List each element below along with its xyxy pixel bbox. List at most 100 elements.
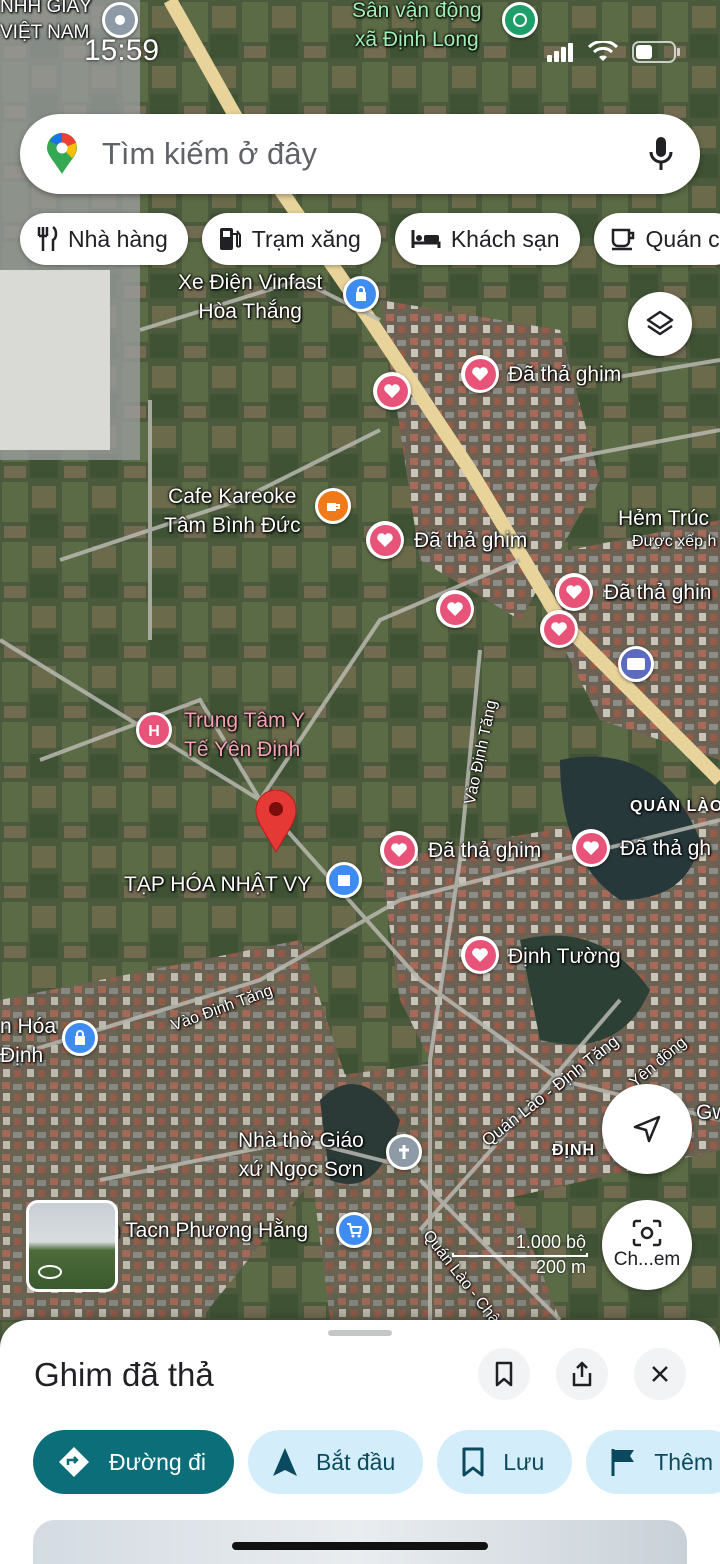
chip-gas-stations[interactable]: Trạm xăng <box>201 213 381 265</box>
map-label-pin1[interactable]: Đã thả ghim <box>508 360 621 389</box>
store-icon <box>338 875 350 886</box>
directions-button[interactable]: Đường đi <box>33 1430 234 1494</box>
saved-pin-heart[interactable] <box>572 829 610 867</box>
label-text: Sân vận động xã Định Long <box>352 0 482 51</box>
search-input[interactable]: Tìm kiếm ở đây <box>102 136 648 172</box>
poi-marker-grey[interactable] <box>102 2 138 38</box>
area-label-dinh: ĐỊNH <box>552 1142 596 1159</box>
cellular-signal-icon <box>547 43 573 62</box>
shopping-bag-icon <box>356 286 366 301</box>
poi-marker-store[interactable] <box>326 862 362 898</box>
map-label-cafe[interactable]: Cafe Kareoke Tâm Bình Đức <box>164 482 301 540</box>
share-icon <box>572 1361 592 1387</box>
map-label-hem-truc[interactable]: Hẻm Trúc <box>618 504 709 533</box>
hospital-icon: H <box>148 723 160 739</box>
restaurant-icon <box>37 226 58 251</box>
place-title: Ghim đã thả <box>34 1356 214 1393</box>
poi-marker-shop-2[interactable] <box>62 1020 98 1056</box>
microphone-icon[interactable] <box>648 136 674 172</box>
map-label-tacn[interactable]: n Tacn Phương Hằng <box>108 1216 308 1245</box>
map-label-hospital[interactable]: Trung Tâm Y Tế Yên Định <box>184 706 305 764</box>
map-label-hoa-dinh[interactable]: n Hóa Định <box>0 1012 56 1070</box>
heart-icon <box>391 843 407 857</box>
map-label-factory[interactable]: NHH GIẦY VIỆT NAM <box>0 0 92 46</box>
church-cross-icon <box>399 1145 409 1159</box>
map-label-pin4[interactable]: Đã thả ghim <box>428 836 541 865</box>
street-view-thumbnail[interactable] <box>26 1200 118 1292</box>
save-button[interactable]: Lưu <box>437 1430 573 1494</box>
svg-text:H: H <box>148 723 160 739</box>
saved-pin-heart[interactable] <box>555 573 593 611</box>
my-location-button[interactable] <box>602 1084 692 1174</box>
poi-marker-atm[interactable] <box>618 646 654 682</box>
layers-button[interactable] <box>628 292 692 356</box>
map-label-store[interactable]: TẠP HÓA NHẬT VY <box>124 870 311 899</box>
directions-label: Đường đi <box>109 1448 206 1475</box>
map-label-dinh-tuong[interactable]: Định Tường <box>508 942 621 971</box>
saved-pin-heart[interactable] <box>436 590 474 628</box>
sheet-drag-handle[interactable] <box>328 1330 392 1336</box>
status-time: 15:59 <box>84 34 160 67</box>
navigation-arrow-icon <box>633 1115 661 1143</box>
saved-pin-heart[interactable] <box>380 831 418 869</box>
map-scale: 1.000 bộ 200 m <box>452 1232 588 1278</box>
scale-metric: 200 m <box>535 1257 586 1277</box>
poi-marker-stadium[interactable] <box>502 2 538 38</box>
heart-icon <box>551 622 567 636</box>
heart-icon <box>583 841 599 855</box>
home-indicator[interactable] <box>232 1542 488 1550</box>
saved-pin-heart[interactable] <box>461 355 499 393</box>
label-text: Cafe Kareoke Tâm Bình Đức <box>164 485 301 537</box>
saved-pin-heart[interactable] <box>540 610 578 648</box>
close-icon <box>652 1366 668 1382</box>
heart-icon <box>472 367 488 381</box>
poi-marker-cafe[interactable] <box>315 488 351 524</box>
heart-icon <box>472 948 488 962</box>
label-text: NHH GIẦY VIỆT NAM <box>0 0 92 43</box>
shopping-bag-icon <box>75 1030 85 1045</box>
poi-marker-shop[interactable] <box>343 276 379 312</box>
start-label: Bắt đầu <box>315 1448 396 1475</box>
stadium-icon <box>513 13 527 27</box>
map-label-stadium[interactable]: Sân vận động xã Định Long <box>352 0 482 54</box>
poi-marker-church[interactable] <box>386 1134 422 1170</box>
start-button[interactable]: Bắt đầu <box>247 1430 424 1494</box>
lens-button[interactable]: Ch...em <box>602 1200 692 1290</box>
close-button[interactable] <box>634 1348 686 1400</box>
share-button[interactable] <box>556 1348 608 1400</box>
map-label-vinfast[interactable]: Xe Điện Vinfast Hòa Thắng <box>178 268 322 326</box>
chip-hotels[interactable]: Khách sạn <box>394 213 580 265</box>
saved-pin-heart[interactable] <box>461 936 499 974</box>
chip-label: Quán c <box>645 225 720 252</box>
layers-icon <box>646 310 674 336</box>
location-dot-icon <box>115 15 125 25</box>
save-label: Lưu <box>503 1448 545 1475</box>
dropped-pin-marker[interactable] <box>254 790 298 854</box>
saved-pin-heart[interactable] <box>366 521 404 559</box>
more-label: Thêm <box>654 1448 714 1475</box>
map-label-pin5[interactable]: Đã thả gh <box>620 834 711 863</box>
chip-label: Trạm xăng <box>251 225 361 252</box>
scale-imperial: 1.000 bộ <box>515 1232 586 1252</box>
heart-icon <box>384 384 400 398</box>
chip-cafes[interactable]: Quán c <box>593 213 720 265</box>
lens-button-label: Ch...em <box>613 1249 681 1270</box>
map-label-church[interactable]: Nhà thờ Giáo xứ Ngọc Sơn <box>238 1126 364 1184</box>
rotate-360-icon <box>38 1265 62 1279</box>
heart-icon <box>447 602 463 616</box>
map-label-pin3[interactable]: Đã thả ghin <box>604 578 711 607</box>
chip-restaurants[interactable]: Nhà hàng <box>20 213 188 265</box>
poi-marker-hospital[interactable]: H <box>136 712 172 748</box>
saved-pin-heart[interactable] <box>373 372 411 410</box>
coffee-cup-icon <box>327 503 340 511</box>
more-button[interactable]: Thêm <box>586 1430 720 1494</box>
place-bottom-sheet[interactable]: Ghim đã thả Đường đi Bắt đầu Lưu Thêm <box>0 1320 720 1564</box>
poi-marker-cart[interactable] <box>336 1212 372 1248</box>
google-maps-logo-icon <box>47 133 77 174</box>
label-text: Nhà thờ Giáo xứ Ngọc Sơn <box>238 1129 364 1181</box>
save-bookmark-button[interactable] <box>478 1348 530 1400</box>
chip-label: Khách sạn <box>450 225 560 252</box>
search-bar[interactable]: Tìm kiếm ở đây <box>20 114 700 194</box>
map-label-pin2[interactable]: Đã thả ghim <box>414 526 527 555</box>
directions-icon <box>59 1447 89 1477</box>
